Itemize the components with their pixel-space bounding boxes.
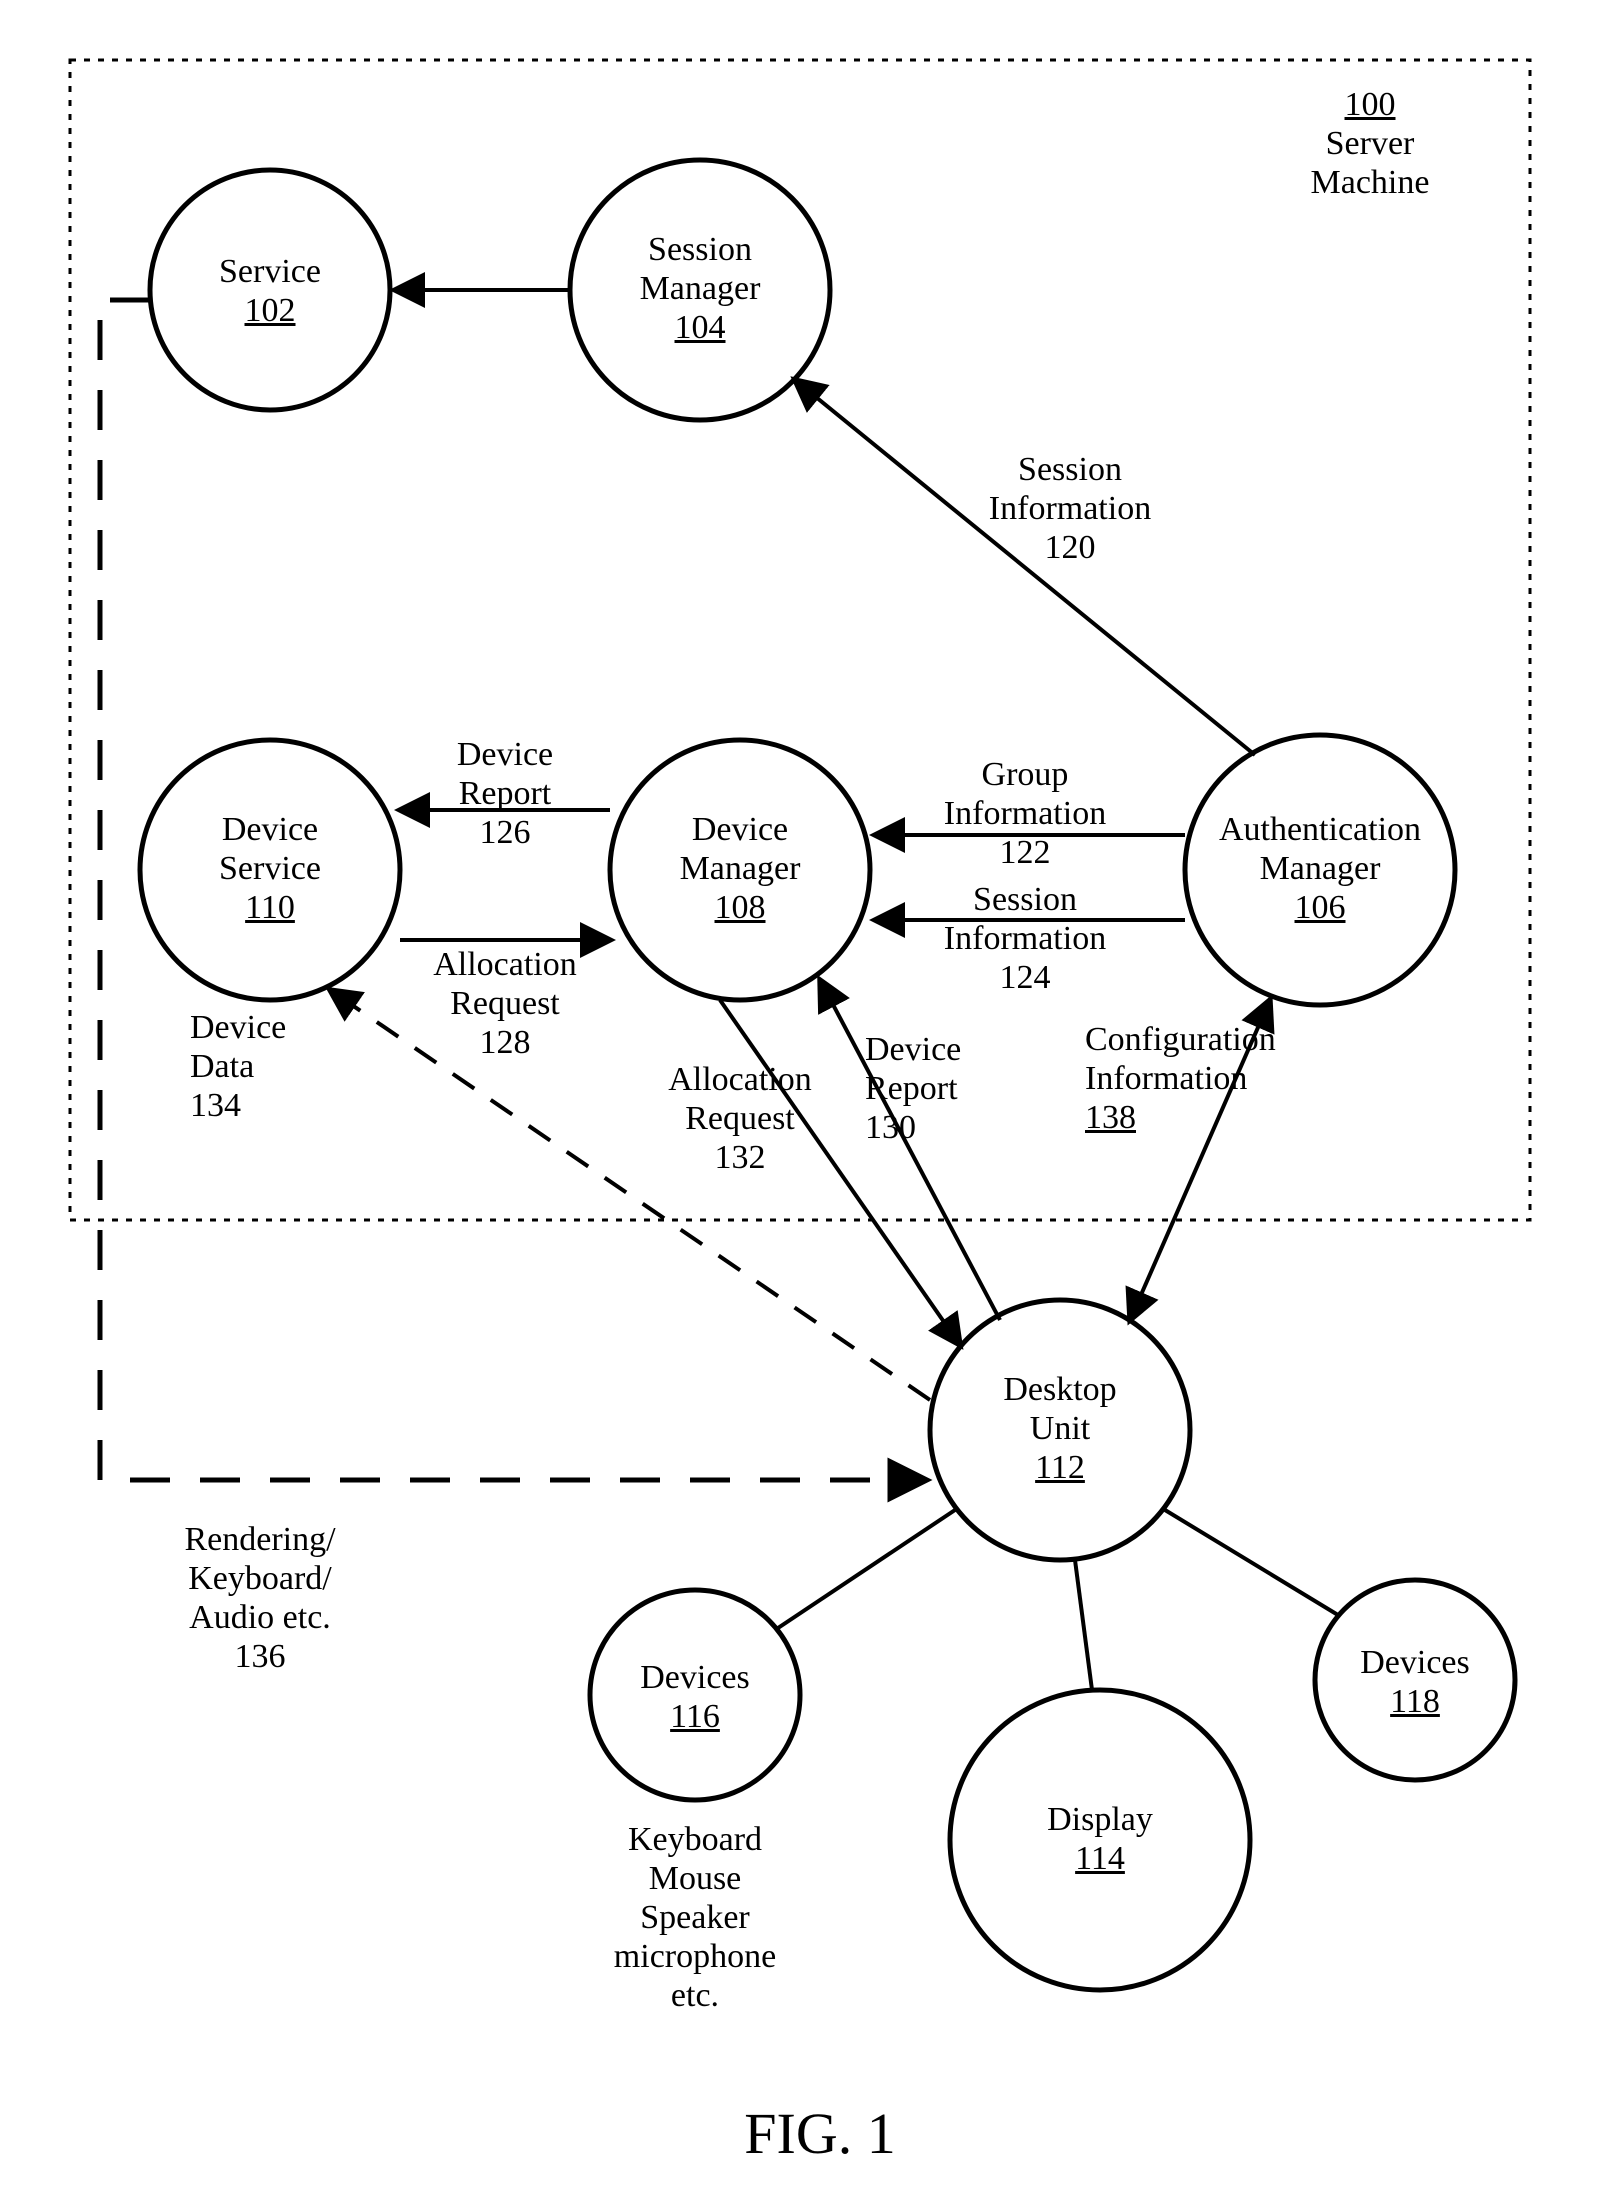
- edge-desktop-to-devmgr-report: [820, 980, 1000, 1320]
- edge-desktop-to-devices116: [778, 1510, 955, 1628]
- diagram-svg: [0, 0, 1623, 2198]
- edge-desktop-to-devices118: [1165, 1510, 1338, 1615]
- edge-desktop-to-display: [1075, 1560, 1092, 1690]
- edge-desktop-to-devsvc-data: [330, 990, 930, 1400]
- figure-label: FIG. 1: [700, 2100, 940, 2167]
- diagram-stage: 100 Server Machine Service 102 Session M…: [0, 0, 1623, 2198]
- node-devices-right: [1315, 1580, 1515, 1780]
- node-session-manager: [570, 160, 830, 420]
- node-auth-manager: [1185, 735, 1455, 1005]
- node-device-manager: [610, 740, 870, 1000]
- node-device-service: [140, 740, 400, 1000]
- edge-auth-desktop-config: [1130, 1000, 1270, 1320]
- node-devices-left: [590, 1590, 800, 1800]
- edge-auth-to-sessmgr: [795, 380, 1255, 755]
- node-desktop-unit: [930, 1300, 1190, 1560]
- node-display: [950, 1690, 1250, 1990]
- node-service: [150, 170, 390, 410]
